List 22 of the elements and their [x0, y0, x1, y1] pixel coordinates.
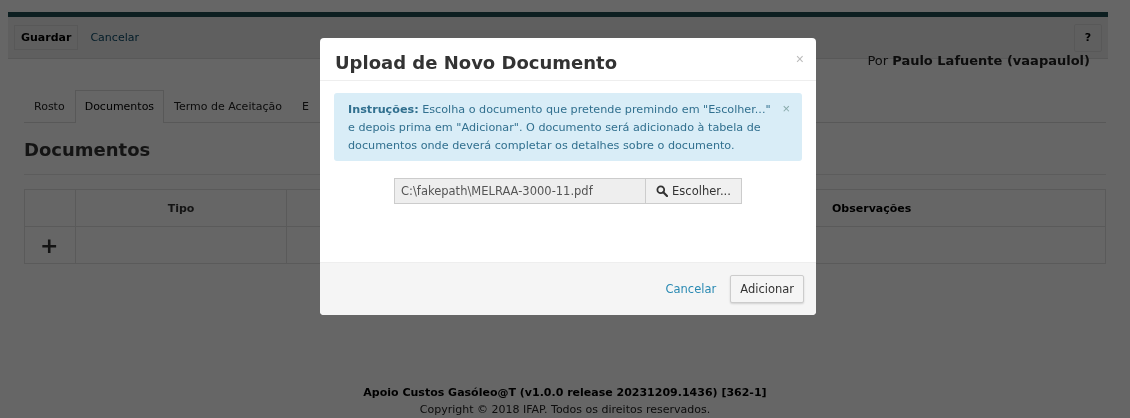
tab[interactable]: Documentos: [74, 90, 165, 123]
column-header: Tipo: [75, 189, 287, 227]
save-button[interactable]: Guardar: [14, 25, 79, 50]
column-header: Observações: [832, 201, 912, 215]
section-heading: Documentos: [24, 139, 151, 160]
author-text: Por Paulo Lafuente (vaapaulol): [867, 53, 1090, 68]
instructions-text: Instruções: Escolha o documento que pretende premindo em "Escolher..." e depois prima em "Adicionar". O documento será adicionado à tabela de documentos onde deverá completar os detalhes sobre o documento.: [348, 102, 772, 154]
tab[interactable]: E: [292, 90, 319, 122]
cancel-link[interactable]: Cancelar: [84, 31, 145, 44]
close-button[interactable]: ×: [782, 101, 790, 116]
version-text: Apoio Custos Gasóleo@T (v1.0.0 release 20231209.1436) [362-1]: [362, 385, 768, 401]
search-icon: [656, 185, 669, 197]
add-button[interactable]: Adicionar: [730, 275, 804, 303]
close-button[interactable]: ×: [795, 51, 804, 67]
choose-button[interactable]: Escolher...: [646, 178, 742, 204]
file-path-field[interactable]: C:\fakepath\MELRAA-3000-11.pdf: [394, 178, 647, 204]
dialog-title: Upload de Novo Documento: [335, 51, 618, 73]
help-button[interactable]: ?: [1074, 23, 1102, 52]
tab[interactable]: Termo de Aceitação: [164, 90, 293, 122]
copyright-text: Copyright © 2018 IFAP. Todos os direitos reservados.: [418, 402, 712, 418]
tab[interactable]: Rosto: [24, 90, 75, 122]
cancel-link[interactable]: Cancelar: [665, 282, 717, 296]
